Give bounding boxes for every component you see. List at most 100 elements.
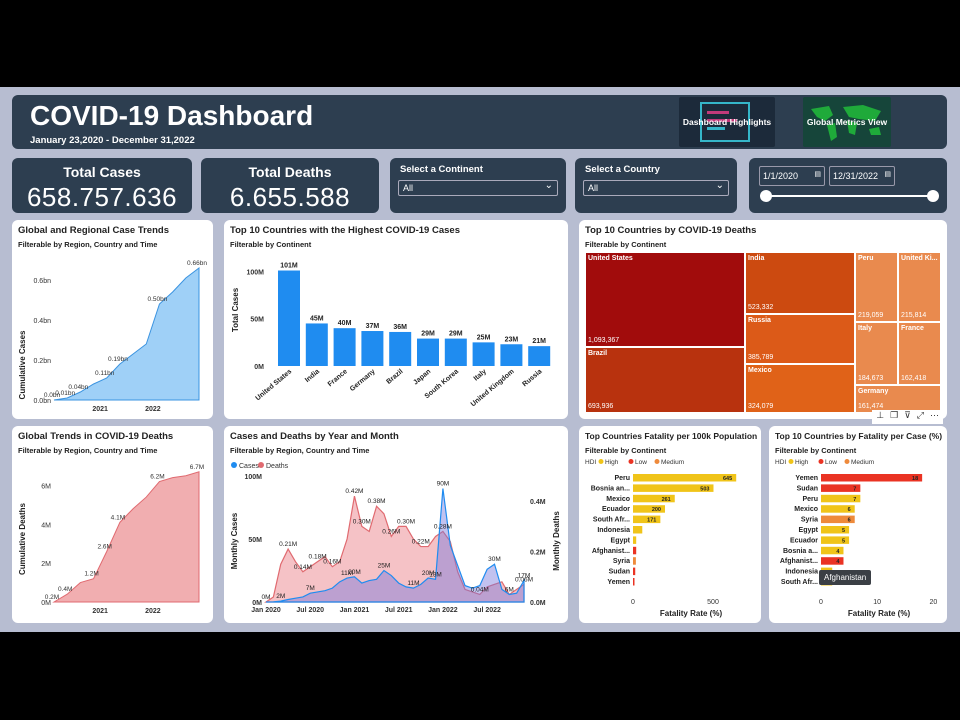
bar-value-label: 36M (393, 324, 407, 331)
x-tick-label: Jan 2022 (428, 607, 458, 614)
bar (821, 546, 844, 555)
y2-tick-label: 0.4M (530, 499, 546, 506)
bar-value-label: 25M (477, 334, 491, 341)
data-label: 0.04bn (68, 384, 88, 391)
data-label: 2.6M (98, 543, 112, 550)
deaths-data-label: 0.26M (382, 528, 400, 535)
fatality-case-chart: HDI High Low Medium Yemen 18 Sudan 7 Peru 7 Mexico… (775, 459, 937, 618)
total-deaths-label: Total Deaths (248, 164, 332, 180)
x-tick-label: 500 (707, 599, 719, 606)
start-date-input[interactable]: 1/1/2020 ▤ (759, 166, 825, 186)
treemap-tile-peru[interactable]: Peru 219,059 (855, 252, 898, 322)
date-range-track (767, 195, 933, 197)
treemap-tile-brazil[interactable]: Brazil 693,936 (585, 347, 745, 413)
data-label: 0.11bn (95, 370, 115, 377)
bar (633, 578, 635, 586)
case-trends-area (53, 266, 200, 401)
bar (633, 557, 636, 565)
focus-mode-icon[interactable]: ⤢ (917, 410, 924, 424)
dashboard-highlights-button[interactable]: Dashboard Highlights (679, 97, 775, 147)
start-date-value: 1/1/2020 (763, 171, 799, 181)
continent-dropdown[interactable]: All ⌄ (398, 180, 558, 196)
pin-icon[interactable]: ⊥ (876, 410, 884, 424)
filter-icon[interactable]: ⊽ (904, 410, 911, 424)
treemap-tile-germany[interactable]: Germany 161,474 (855, 385, 941, 413)
category-label: Bosnia an... (591, 485, 630, 492)
treemap-tile-value: 219,059 (858, 312, 884, 319)
total-deaths-card: Total Deaths 6.655.588 (201, 158, 379, 213)
bar-value-label: 171 (647, 518, 656, 524)
global-metrics-button[interactable]: Global Metrics View (803, 97, 891, 147)
deaths-data-label: 0.21M (279, 541, 297, 548)
cases-data-label: 6M (505, 586, 514, 593)
data-label: 0.01bn (55, 390, 75, 397)
death-trends-chart: Cumulative Deaths 0M 2M 4M 6M 2021 2022 0.2M0… (18, 464, 204, 615)
total-cases-value: 658.757.636 (26, 182, 178, 212)
legend-label: Medium (851, 459, 874, 466)
treemap-tile-label: Germany (858, 388, 889, 395)
y-tick-label: 4M (41, 522, 51, 529)
end-date-input[interactable]: 12/31/2022 ▤ (829, 166, 895, 186)
treemap-tile-label: France (901, 325, 924, 332)
deaths-data-label: 0.42M (345, 488, 363, 495)
treemap-tile-value: 1,093,367 (588, 337, 620, 344)
bar-value-label: 645 (723, 476, 732, 482)
category-label: Syria (801, 517, 818, 524)
country-dropdown[interactable]: All ⌄ (583, 180, 729, 196)
legend-swatch (844, 459, 850, 464)
treemap-tile-united-ki-[interactable]: United Ki... 215,814 (898, 252, 941, 322)
bar (633, 567, 636, 576)
case-trends-ylabel: Cumulative Cases (18, 330, 27, 399)
treemap-tile-value: 523,332 (748, 304, 774, 311)
y2-tick-label: 0.2M (530, 550, 546, 557)
calendar-icon[interactable]: ▤ (814, 170, 821, 178)
legend-title: HDI (775, 459, 786, 466)
x-tick-label: Jan 2020 (251, 607, 281, 614)
category-label: Yemen (795, 475, 818, 482)
bar-value-label: 23M (505, 336, 519, 343)
legend-label: High (795, 459, 809, 466)
y-tick-label: 0M (254, 364, 264, 371)
x-category-label: India (304, 368, 321, 384)
category-label: Mexico (606, 496, 630, 503)
x-tick-label: 10 (873, 599, 881, 606)
more-options-icon[interactable]: ⋯ (930, 410, 939, 424)
date-range-handle-end[interactable] (927, 190, 939, 202)
treemap-tile-united-states[interactable]: United States 1,093,367 (585, 252, 745, 347)
category-label: Bosnia a... (783, 548, 818, 555)
calendar-icon[interactable]: ▤ (884, 170, 891, 178)
treemap-tile-mexico[interactable]: Mexico 324,079 (745, 364, 855, 413)
treemap-tile-label: United Ki... (901, 255, 938, 262)
bar-value-label: 261 (662, 497, 671, 503)
category-label: Egypt (611, 537, 631, 544)
bar-united-states (278, 270, 300, 366)
category-label: Peru (802, 496, 818, 503)
legend-deaths: Deaths (266, 463, 289, 470)
legend-label: Medium (661, 459, 684, 466)
y-tick-label: 100M (246, 269, 264, 276)
y-tick-label: 100M (244, 474, 262, 481)
treemap-tile-label: Peru (858, 255, 874, 262)
fatality-100k-card: Top Countries Fatality per 100k Populati… (579, 426, 761, 623)
treemap-tile-russia[interactable]: Russia 385,789 (745, 314, 855, 364)
treemap-tile-india[interactable]: India 523,332 (745, 252, 855, 314)
chevron-down-icon: ⌄ (715, 180, 724, 191)
copy-icon[interactable]: ❐ (890, 410, 898, 424)
x-tick-label: Jul 2020 (296, 607, 324, 614)
page-title: COVID-19 Dashboard (30, 100, 314, 131)
y-tick-label: 50M (248, 537, 262, 544)
deaths-data-label: 0.28M (434, 523, 452, 530)
visual-header-toolbar: ⊥ ❐ ⊽ ⤢ ⋯ (872, 410, 943, 424)
y-tick-label: 0.2bn (33, 358, 51, 365)
bar-italy (472, 342, 495, 366)
death-trends-area (52, 471, 200, 603)
x-tick-label: 2022 (145, 608, 161, 615)
treemap-tile-italy[interactable]: Italy 184,673 (855, 322, 898, 385)
treemap-tile-france[interactable]: France 162,418 (898, 322, 941, 385)
treemap-tile-value: 693,936 (588, 403, 614, 410)
date-range-handle-start[interactable] (760, 190, 772, 202)
data-label: 0.19bn (108, 356, 128, 363)
category-label: Afghanist... (592, 548, 630, 555)
category-label: Indonesia (785, 569, 818, 576)
bar-south-korea (444, 338, 467, 366)
